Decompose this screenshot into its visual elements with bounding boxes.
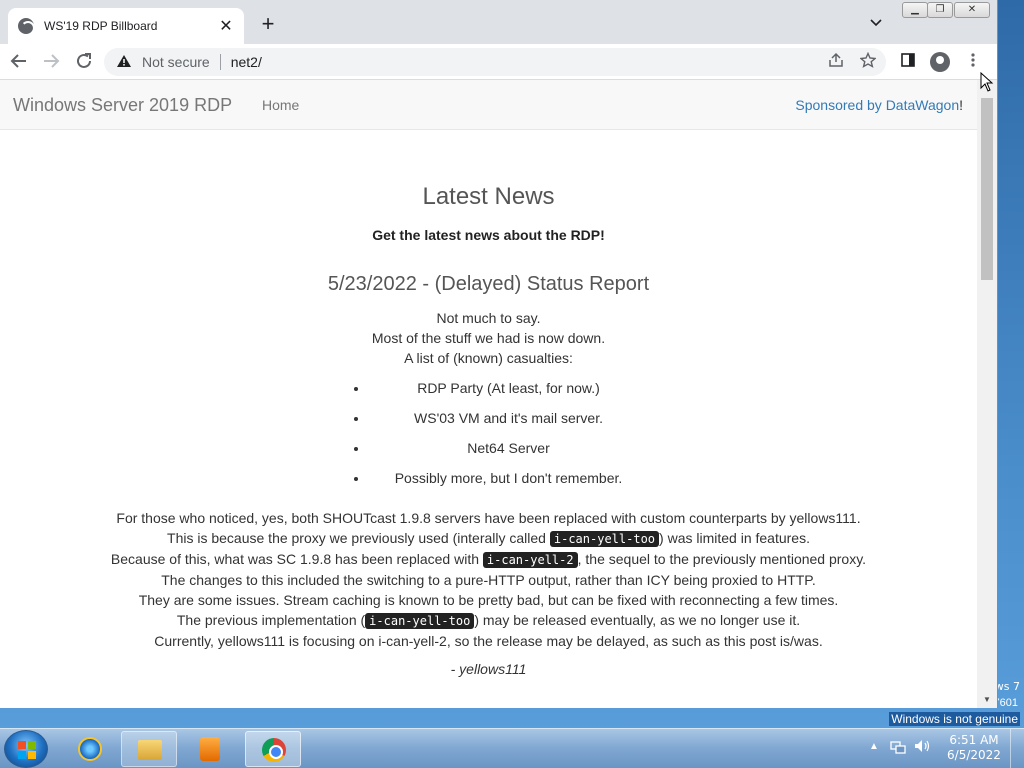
start-button[interactable] (4, 730, 48, 768)
nav-home-link[interactable]: Home (262, 97, 299, 113)
page-subtitle: Get the latest news about the RDP! (372, 227, 605, 243)
tab-title: WS'19 RDP Billboard (44, 19, 158, 33)
post-body: For those who noticed, yes, both SHOUTca… (0, 508, 977, 651)
list-item: WS'03 VM and it's mail server. (369, 408, 649, 428)
body-line: Because of this, what was SC 1.9.8 has b… (0, 549, 977, 570)
page-title: Latest News (422, 183, 555, 210)
sponsor-suffix: ! (959, 97, 963, 113)
clock-time: 6:51 AM (949, 733, 999, 747)
network-icon[interactable] (890, 740, 906, 757)
file-explorer-taskbar-button[interactable] (121, 731, 177, 767)
body-text: , the sequel to the previously mentioned… (577, 551, 867, 567)
back-arrow-icon[interactable] (9, 52, 29, 72)
chrome-icon (262, 738, 286, 762)
forward-arrow-icon[interactable] (41, 52, 61, 72)
page-viewport: Windows Server 2019 RDP Home Sponsored b… (0, 80, 977, 708)
sponsor-text: Sponsored by DataWagon! (795, 97, 963, 113)
not-secure-label: Not secure (142, 54, 210, 70)
sponsor-link[interactable]: DataWagon (886, 97, 959, 113)
kebab-menu-icon[interactable] (963, 52, 983, 72)
browser-tab[interactable]: WS'19 RDP Billboard ✕ (8, 8, 244, 44)
list-item: Net64 Server (369, 438, 649, 458)
clock-date: 6/5/2022 (947, 748, 1001, 762)
internet-explorer-taskbar-button[interactable] (62, 731, 118, 767)
site-brand[interactable]: Windows Server 2019 RDP (13, 95, 232, 116)
globe-icon (18, 18, 35, 35)
scroll-down-arrow-icon[interactable]: ▼ (983, 695, 991, 704)
chrome-taskbar-button[interactable] (245, 731, 301, 767)
folder-icon (138, 740, 162, 760)
intro-line: Not much to say. (436, 310, 541, 326)
casualty-list: RDP Party (At least, for now.) WS'03 VM … (369, 378, 649, 488)
post-signature: - yellows111 (450, 661, 527, 677)
tab-strip: WS'19 RDP Billboard ✕ + ▁ ❐ ✕ (0, 0, 997, 44)
sponsor-prefix: Sponsored by (795, 97, 886, 113)
intro-line: Most of the stuff we had is now down. (371, 330, 606, 346)
scrollbar-thumb[interactable] (981, 98, 993, 280)
close-window-button[interactable]: ✕ (954, 2, 990, 18)
url-text[interactable]: net2/ (231, 54, 262, 70)
show-hidden-icons-icon[interactable]: ▲ (869, 741, 879, 752)
body-text: The previous implementation ( (176, 612, 366, 628)
code-tag: i-can-yell-2 (482, 552, 578, 568)
share-icon[interactable] (826, 52, 846, 72)
volume-icon[interactable] (914, 739, 932, 756)
body-text: ) may be released eventually, as we no l… (474, 612, 801, 628)
news-content: Latest News Get the latest news about th… (0, 183, 977, 677)
body-text: ) was limited in features. (659, 530, 810, 546)
internet-explorer-icon (78, 737, 102, 761)
body-line: Currently, yellows111 is focusing on i-c… (154, 633, 823, 649)
media-player-taskbar-button[interactable] (182, 731, 238, 767)
address-bar[interactable]: Not secure net2/ (104, 48, 886, 76)
browser-window: WS'19 RDP Billboard ✕ + ▁ ❐ ✕ Not secure… (0, 0, 998, 708)
taskbar: ▲ 6:51 AM 6/5/2022 (0, 728, 1024, 768)
list-item: RDP Party (At least, for now.) (369, 378, 649, 398)
tab-close-icon[interactable]: ✕ (218, 16, 234, 36)
body-line: The previous implementation (i-can-yell-… (0, 610, 977, 631)
post-title: 5/23/2022 - (Delayed) Status Report (327, 273, 650, 295)
tab-search-chevron-icon[interactable] (870, 16, 882, 30)
new-tab-button[interactable]: + (256, 12, 280, 36)
site-navbar: Windows Server 2019 RDP Home Sponsored b… (0, 80, 977, 130)
body-line: The changes to this included the switchi… (161, 572, 816, 588)
post-intro: Not much to say. Most of the stuff we ha… (0, 308, 977, 368)
side-panel-icon[interactable] (898, 52, 918, 72)
system-clock[interactable]: 6:51 AM 6/5/2022 (944, 733, 1004, 763)
body-line: For those who noticed, yes, both SHOUTca… (116, 510, 861, 526)
show-desktop-button[interactable] (1010, 729, 1024, 768)
url-separator (219, 54, 221, 70)
page-scrollbar[interactable]: ▼ (977, 80, 997, 708)
browser-toolbar: Not secure net2/ (0, 44, 997, 80)
watermark-line-1: ws 7 (994, 680, 1020, 693)
body-text: Because of this, what was SC 1.9.8 has b… (110, 551, 483, 567)
minimize-button[interactable]: ▁ (902, 2, 928, 18)
maximize-button[interactable]: ❐ (927, 2, 953, 18)
mouse-cursor-icon (980, 72, 994, 92)
intro-line: A list of (known) casualties: (404, 350, 573, 366)
body-text: This is because the proxy we previously … (167, 530, 550, 546)
code-tag: i-can-yell-too (365, 613, 475, 629)
reload-icon[interactable] (74, 52, 94, 72)
body-line: They are some issues. Stream caching is … (138, 592, 839, 608)
watermark-not-genuine: Windows is not genuine (889, 712, 1020, 726)
profile-avatar-icon[interactable] (930, 52, 950, 72)
media-player-icon (200, 737, 220, 761)
bookmark-star-icon[interactable] (858, 51, 878, 72)
list-item: Possibly more, but I don't remember. (369, 468, 649, 488)
warning-triangle-icon[interactable] (116, 54, 132, 71)
body-line: This is because the proxy we previously … (0, 528, 977, 549)
code-tag: i-can-yell-too (549, 531, 660, 547)
